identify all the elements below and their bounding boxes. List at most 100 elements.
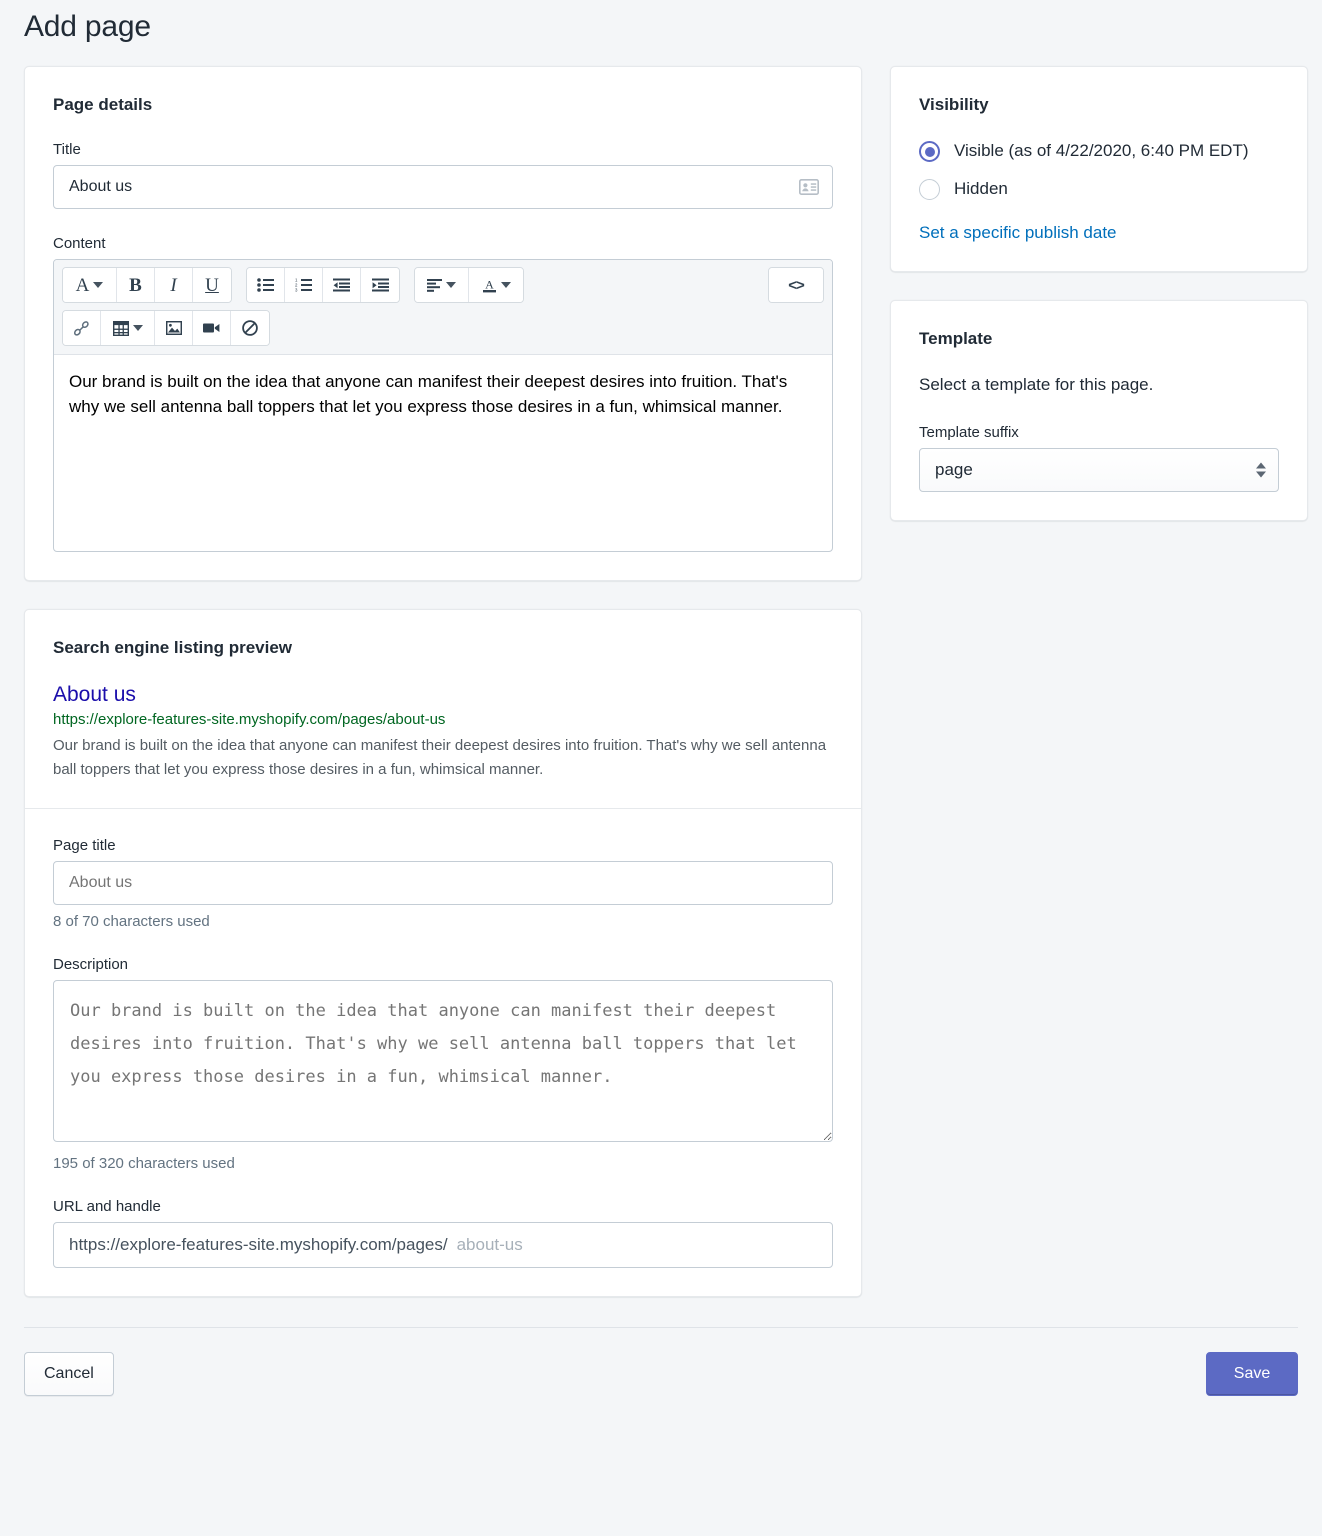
video-camera-icon <box>203 323 220 333</box>
underline-glyph: U <box>205 274 219 296</box>
page-title-counter: 8 of 70 characters used <box>53 912 210 930</box>
url-handle-input[interactable]: https://explore-features-site.myshopify.… <box>53 1221 833 1268</box>
template-card: Template Select a template for this page… <box>890 300 1308 521</box>
outdent-button[interactable] <box>323 268 361 302</box>
italic-button[interactable]: I <box>155 268 193 302</box>
seo-heading: Search engine listing preview <box>53 638 293 657</box>
description-label: Description <box>53 955 129 973</box>
numbered-list-icon: 1 2 3 <box>295 278 312 292</box>
numbered-list-button[interactable]: 1 2 3 <box>285 268 323 302</box>
page-title-label: Page title <box>53 836 116 854</box>
bold-button[interactable]: B <box>117 268 155 302</box>
toolbar-group-align-color: A <box>414 267 524 303</box>
text-color-icon: A <box>482 278 496 292</box>
form-footer: Cancel Save <box>24 1326 1298 1422</box>
toolbar-row-2 <box>62 310 824 346</box>
toolbar-group-code: <> <box>768 267 824 303</box>
chevron-down-icon <box>500 282 511 288</box>
image-icon <box>165 321 182 335</box>
svg-text:A: A <box>485 278 494 292</box>
toolbar-group-font: A B I U <box>62 267 232 303</box>
page-details-card: Page details Title About us Content A B … <box>24 66 862 581</box>
url-prefix-text: https://explore-features-site.myshopify.… <box>69 1234 448 1254</box>
seo-preview-section: Search engine listing preview About us h… <box>25 610 861 808</box>
bulleted-list-button[interactable] <box>247 268 285 302</box>
visibility-option-hidden[interactable]: Hidden <box>919 177 1279 201</box>
seo-preview-url: https://explore-features-site.myshopify.… <box>53 711 446 729</box>
template-heading: Template <box>919 329 993 349</box>
underline-button[interactable]: U <box>193 268 231 302</box>
radio-visible[interactable] <box>919 141 940 162</box>
link-icon <box>73 320 89 336</box>
bulleted-list-icon <box>257 278 274 292</box>
add-page-screen: Add page Page details Title About us Con… <box>0 0 1322 1422</box>
editor-content-text: Our brand is built on the idea that anyo… <box>69 372 788 417</box>
page-title-input[interactable] <box>53 860 833 905</box>
radio-hidden-label: Hidden <box>954 179 1008 199</box>
no-entry-icon <box>242 320 258 336</box>
insert-video-button[interactable] <box>193 311 231 345</box>
title-label: Title <box>53 141 81 158</box>
editor-toolbar: A B I U 1 2 3 A <> <box>54 260 832 355</box>
template-suffix-select[interactable]: page <box>919 447 1279 492</box>
outdent-icon <box>333 278 350 292</box>
seo-fields-section: Page title 8 of 70 characters used Descr… <box>25 809 861 1296</box>
content-label: Content <box>53 235 106 252</box>
indent-button[interactable] <box>361 268 399 302</box>
page-title-field-group: Page title 8 of 70 characters used <box>53 837 833 930</box>
url-handle-field-group: URL and handle https://explore-features-… <box>53 1198 833 1268</box>
side-column: Visibility Visible (as of 4/22/2020, 6:4… <box>890 66 1308 521</box>
clear-formatting-button[interactable] <box>231 311 269 345</box>
font-family-button[interactable]: A <box>63 268 117 302</box>
page-title: Add page <box>24 10 151 43</box>
rich-text-editor: A B I U 1 2 3 A <> Our brand is built on… <box>53 259 833 552</box>
cancel-button[interactable]: Cancel <box>24 1351 114 1396</box>
visibility-heading: Visibility <box>919 95 989 114</box>
template-suffix-label: Template suffix <box>919 423 1019 441</box>
toolbar-group-insert <box>62 310 270 346</box>
font-a-glyph: A <box>75 274 90 296</box>
toolbar-group-lists: 1 2 3 <box>246 267 400 303</box>
seo-card: Search engine listing preview About us h… <box>24 609 862 1297</box>
visibility-card: Visibility Visible (as of 4/22/2020, 6:4… <box>890 66 1308 273</box>
indent-icon <box>371 278 389 292</box>
toolbar-row-1: A B I U 1 2 3 A <> <box>62 267 824 303</box>
bold-glyph: B <box>129 274 142 296</box>
insert-image-button[interactable] <box>155 311 193 345</box>
svg-text:3: 3 <box>295 288 298 292</box>
url-handle-label: URL and handle <box>53 1197 161 1215</box>
insert-table-button[interactable] <box>101 311 155 345</box>
description-field-group: Description 195 of 320 characters used <box>53 956 833 1172</box>
seo-preview-title: About us <box>53 683 136 706</box>
visibility-option-visible[interactable]: Visible (as of 4/22/2020, 6:40 PM EDT) <box>919 139 1279 163</box>
title-input[interactable]: About us <box>53 165 833 209</box>
italic-glyph: I <box>170 274 177 296</box>
text-color-button[interactable]: A <box>469 268 523 302</box>
page-details-heading: Page details <box>53 95 153 114</box>
radio-visible-label: Visible (as of 4/22/2020, 6:40 PM EDT) <box>954 141 1249 160</box>
description-counter: 195 of 320 characters used <box>53 1154 235 1172</box>
align-button[interactable] <box>415 268 469 302</box>
content-field-group: Content A B I U 1 2 3 A <> Our brand is … <box>53 235 833 552</box>
align-left-icon <box>427 278 442 292</box>
radio-hidden[interactable] <box>919 179 940 201</box>
save-button[interactable]: Save <box>1206 1351 1298 1396</box>
editor-content-area[interactable]: Our brand is built on the idea that anyo… <box>54 355 832 551</box>
chevron-down-icon <box>93 282 104 288</box>
seo-preview-description: Our brand is built on the idea that anyo… <box>53 736 827 778</box>
code-view-button[interactable]: <> <box>769 268 823 302</box>
description-textarea[interactable] <box>53 979 833 1142</box>
url-handle-placeholder: about-us <box>456 1234 523 1254</box>
template-suffix-select-wrap: page <box>919 447 1279 492</box>
chevron-down-icon <box>446 282 456 288</box>
title-input-wrap: About us <box>53 165 833 209</box>
insert-link-button[interactable] <box>63 311 101 345</box>
title-field-group: Title About us <box>53 141 833 209</box>
template-description: Select a template for this page. <box>919 375 1154 395</box>
stepper-arrows-icon[interactable] <box>1256 462 1266 478</box>
table-icon <box>112 320 129 336</box>
page-layout: Page details Title About us Content A B … <box>16 66 1308 1297</box>
set-publish-date-link[interactable]: Set a specific publish date <box>919 223 1117 243</box>
main-column: Page details Title About us Content A B … <box>24 66 862 1297</box>
contact-card-icon[interactable] <box>798 178 820 196</box>
